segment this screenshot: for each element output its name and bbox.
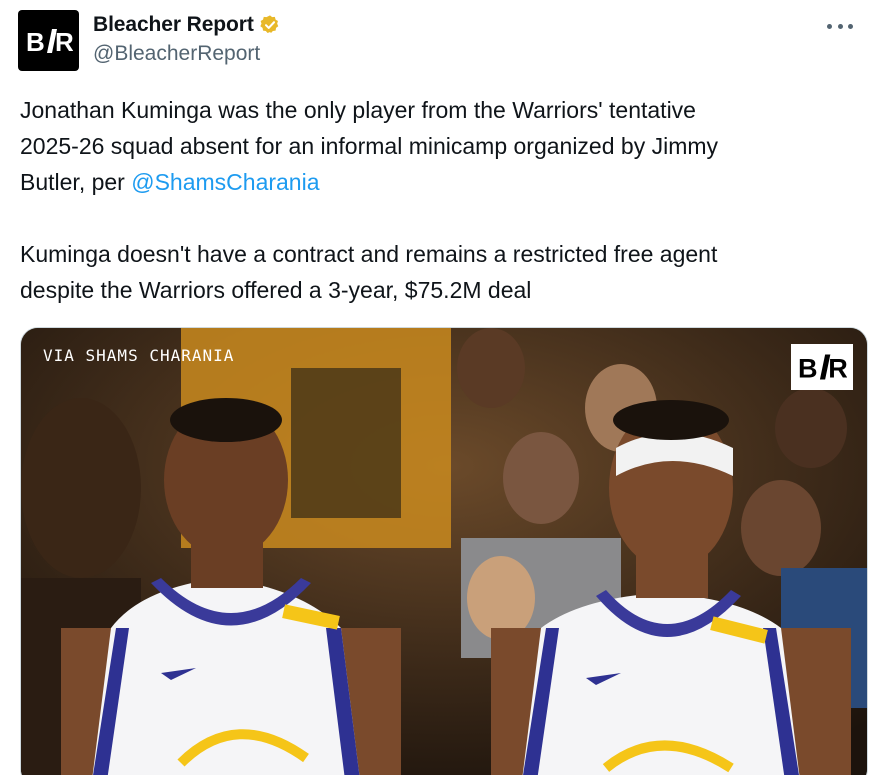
tweet-card[interactable]: B R Bleacher Report @BleacherReport Jona… (0, 0, 873, 775)
author-handle[interactable]: @BleacherReport (93, 42, 281, 66)
tweet-header: B R Bleacher Report @BleacherReport (18, 10, 855, 72)
name-row: Bleacher Report (93, 12, 281, 38)
br-watermark-logo: B R (791, 344, 853, 390)
svg-text:R: R (55, 27, 73, 56)
tweet-line-prefix: Butler, per (20, 169, 132, 195)
media-photo (21, 328, 867, 775)
author-info: Bleacher Report @BleacherReport (93, 12, 281, 66)
dot (837, 23, 843, 29)
more-options-icon[interactable] (827, 16, 853, 36)
svg-text:R: R (828, 352, 847, 383)
avatar[interactable]: B R (18, 10, 79, 71)
dot (848, 23, 853, 29)
tweet-media[interactable]: VIA SHAMS CHARANIA B R (20, 327, 868, 775)
tweet-line: Jonathan Kuminga was the only player fro… (20, 97, 696, 123)
br-logo-icon: B R (26, 27, 73, 56)
dot (827, 23, 832, 29)
tweet-line: 2025-26 squad absent for an informal min… (20, 133, 719, 159)
tweet-line: Butler, per @ShamsCharania (20, 164, 850, 200)
br-logo-icon: B R (798, 352, 847, 383)
tweet-line: Kuminga doesn't have a contract and rema… (20, 241, 718, 267)
media-caption: VIA SHAMS CHARANIA (43, 346, 235, 365)
verified-badge-icon (260, 15, 278, 33)
mention-link[interactable]: @ShamsCharania (131, 169, 319, 195)
tweet-text: Jonathan Kuminga was the only player fro… (20, 92, 850, 308)
svg-text:B: B (26, 27, 45, 56)
svg-text:B: B (798, 352, 818, 383)
tweet-line: despite the Warriors offered a 3-year, $… (20, 277, 532, 303)
display-name[interactable]: Bleacher Report (93, 13, 254, 37)
